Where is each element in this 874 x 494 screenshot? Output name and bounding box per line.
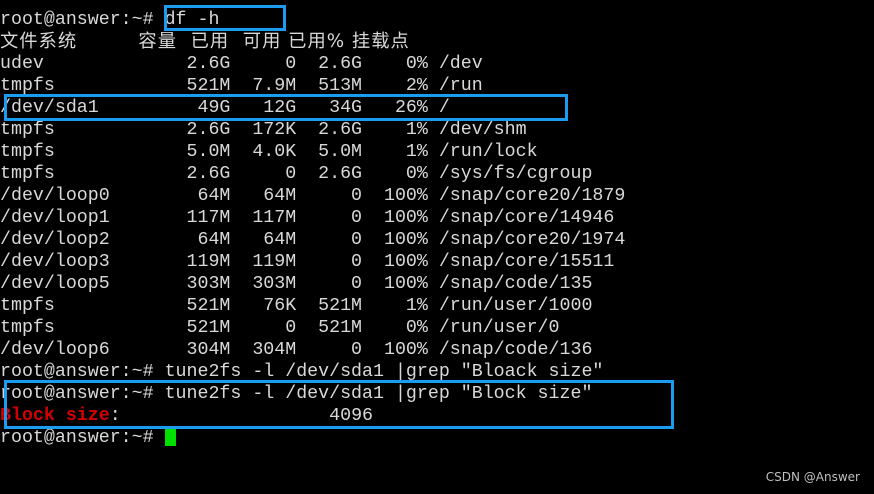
command-text: df -h [164, 10, 220, 30]
df-row: /dev/loop1 117M 117M 0 100% /snap/core/1… [0, 208, 615, 228]
csdn-watermark: CSDN @Answer [765, 470, 860, 484]
df-row: tmpfs 521M 76K 521M 1% /run/user/1000 [0, 296, 593, 316]
df-row: tmpfs 2.6G 0 2.6G 0% /sys/fs/cgroup [0, 164, 593, 184]
command-text: tune2fs -l /dev/sda1 |grep "Block size" [164, 384, 593, 404]
df-row: tmpfs 521M 7.9M 513M 2% /run [0, 76, 483, 96]
shell-prompt: root@answer:~# [0, 428, 165, 448]
df-row: tmpfs 2.6G 172K 2.6G 1% /dev/shm [0, 120, 527, 140]
shell-prompt: root@answer:~# [0, 10, 165, 30]
command-text: tune2fs -l /dev/sda1 |grep "Bloack size" [164, 362, 604, 382]
terminal-line-prompt[interactable]: root@answer:~# [0, 426, 176, 449]
df-row: /dev/loop0 64M 64M 0 100% /snap/core20/1… [0, 186, 626, 206]
terminal-line-result: Block size: 4096 [0, 405, 373, 427]
df-row: udev 2.6G 0 2.6G 0% /dev [0, 54, 483, 74]
terminal-cursor [164, 426, 176, 446]
grep-match-highlight: Block size [0, 406, 110, 426]
terminal-line-command-df: root@answer:~# df -h [0, 9, 219, 31]
terminal-window[interactable]: root@answer:~# df -h 文件系统 容量 已用 可用 已用% 挂… [0, 0, 874, 494]
shell-prompt: root@answer:~# [0, 384, 165, 404]
df-row: /dev/loop5 303M 303M 0 100% /snap/code/1… [0, 274, 593, 294]
df-row: /dev/loop3 119M 119M 0 100% /snap/core/1… [0, 252, 615, 272]
df-row: tmpfs 5.0M 4.0K 5.0M 1% /run/lock [0, 142, 538, 162]
df-header-row: 文件系统 容量 已用 可用 已用% 挂载点 [0, 31, 410, 52]
df-row: /dev/loop6 304M 304M 0 100% /snap/code/1… [0, 340, 593, 360]
block-size-value: : 4096 [109, 406, 374, 426]
df-row: tmpfs 521M 0 521M 0% /run/user/0 [0, 318, 560, 338]
terminal-line-command-grep: root@answer:~# tune2fs -l /dev/sda1 |gre… [0, 383, 592, 405]
df-row: /dev/loop2 64M 64M 0 100% /snap/core20/1… [0, 230, 626, 250]
shell-prompt: root@answer:~# [0, 362, 165, 382]
df-row: /dev/sda1 49G 12G 34G 26% / [0, 98, 450, 118]
terminal-line-command-typo: root@answer:~# tune2fs -l /dev/sda1 |gre… [0, 361, 603, 383]
